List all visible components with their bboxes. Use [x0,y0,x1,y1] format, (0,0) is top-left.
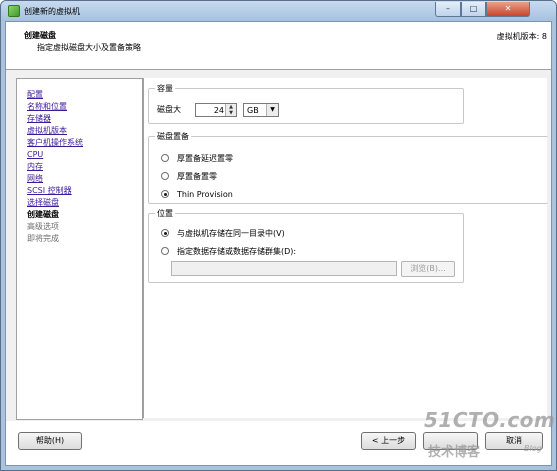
disk-size-value: 24 [213,106,224,115]
step-cpu[interactable]: CPU [27,149,43,160]
radio-thick-lazy-label: 厚置备延迟置零 [177,154,233,163]
radio-thick-lazy-circle[interactable] [161,154,169,162]
step-advanced-options: 高级选项 [27,222,59,231]
capacity-group-title: 容量 [155,83,175,94]
radio-thin-provision-label: Thin Provision [177,190,233,199]
back-button[interactable]: < 上一步 [361,432,416,450]
step-storage[interactable]: 存储器 [27,113,51,124]
watermark-subtitle: 技术博客 [428,445,481,460]
step-scsi-controller[interactable]: SCSI 控制器 [27,185,72,196]
radio-thick-eager-label: 厚置备置零 [177,172,217,181]
location-group: 位置 与虚拟机存储在同一目录中(V) 指定数据存储或数据存储群集(D): 浏览(… [148,208,464,283]
help-button[interactable]: 帮助(H) [18,432,82,450]
radio-thin-provision-circle[interactable] [161,190,169,198]
step-create-disk: 创建磁盘 [27,210,59,219]
location-group-title: 位置 [155,208,175,219]
step-name-location[interactable]: 名称和位置 [27,101,67,112]
browse-button[interactable]: 浏览(B)... [401,261,455,277]
provisioning-group: 磁盘置备 厚置备延迟置零 厚置备置零 Thin Provision [148,131,548,204]
close-button[interactable]: ✕ [486,2,530,17]
dialog-window: 创建新的虚拟机 – □ ✕ 创建磁盘 指定虚拟磁盘大小及置备策略 虚拟机版本: … [0,0,557,471]
step-memory[interactable]: 内存 [27,161,43,172]
watermark-logo-text: 51CTO.com [424,408,556,432]
step-guest-os[interactable]: 客户机操作系统 [27,137,83,148]
radio-thick-eager-circle[interactable] [161,172,169,180]
datastore-path-input[interactable] [171,261,397,276]
radio-store-with-vm-circle[interactable] [161,229,169,237]
watermark-blog: Blog [524,444,542,453]
page-subtitle: 指定虚拟磁盘大小及置备策略 [37,43,141,52]
dialog-content: 创建磁盘 指定虚拟磁盘大小及置备策略 虚拟机版本: 8 配置 名称和位置 存储器… [5,21,552,466]
disk-size-label: 磁盘大 [157,105,181,114]
vm-app-icon [8,5,20,17]
disk-size-spinner[interactable]: 24 ▲ ▼ [195,103,237,117]
disk-unit-value: GB [247,106,259,115]
minimize-button[interactable]: – [435,2,461,17]
provisioning-group-title: 磁盘置备 [155,131,191,142]
step-vm-version[interactable]: 虚拟机版本 [27,125,67,136]
step-ready-to-complete: 即将完成 [27,234,59,243]
step-network[interactable]: 网络 [27,173,43,184]
site-watermark: 51CTO.com 技术博客 Blog [424,408,556,466]
radio-specify-datastore-circle[interactable] [161,247,169,255]
window-title: 创建新的虚拟机 [24,7,80,16]
title-bar[interactable]: 创建新的虚拟机 – □ ✕ [1,1,556,21]
page-title: 创建磁盘 [24,31,56,40]
wizard-body: 配置 名称和位置 存储器 虚拟机版本 客户机操作系统 CPU 内存 网络 SCS… [6,70,551,421]
settings-panel: 容量 磁盘大 24 ▲ ▼ GB ▼ 磁盘置备 厚置备延迟置零 厚置备置零 Th… [143,78,548,418]
disk-unit-select[interactable]: GB ▼ [243,103,279,117]
wizard-steps-nav: 配置 名称和位置 存储器 虚拟机版本 客户机操作系统 CPU 内存 网络 SCS… [16,78,143,420]
maximize-button[interactable]: □ [461,2,486,17]
step-configuration[interactable]: 配置 [27,89,43,100]
spinner-arrows-icon[interactable]: ▲ ▼ [225,104,236,116]
chevron-down-icon[interactable]: ▼ [266,104,278,116]
capacity-group: 容量 磁盘大 24 ▲ ▼ GB ▼ [148,83,464,124]
radio-store-with-vm-label: 与虚拟机存储在同一目录中(V) [177,229,285,238]
step-select-disk[interactable]: 选择磁盘 [27,197,59,208]
wizard-header: 创建磁盘 指定虚拟磁盘大小及置备策略 虚拟机版本: 8 [6,22,551,70]
vm-version-label: 虚拟机版本: 8 [496,32,547,41]
radio-specify-datastore-label: 指定数据存储或数据存储群集(D): [177,247,297,256]
